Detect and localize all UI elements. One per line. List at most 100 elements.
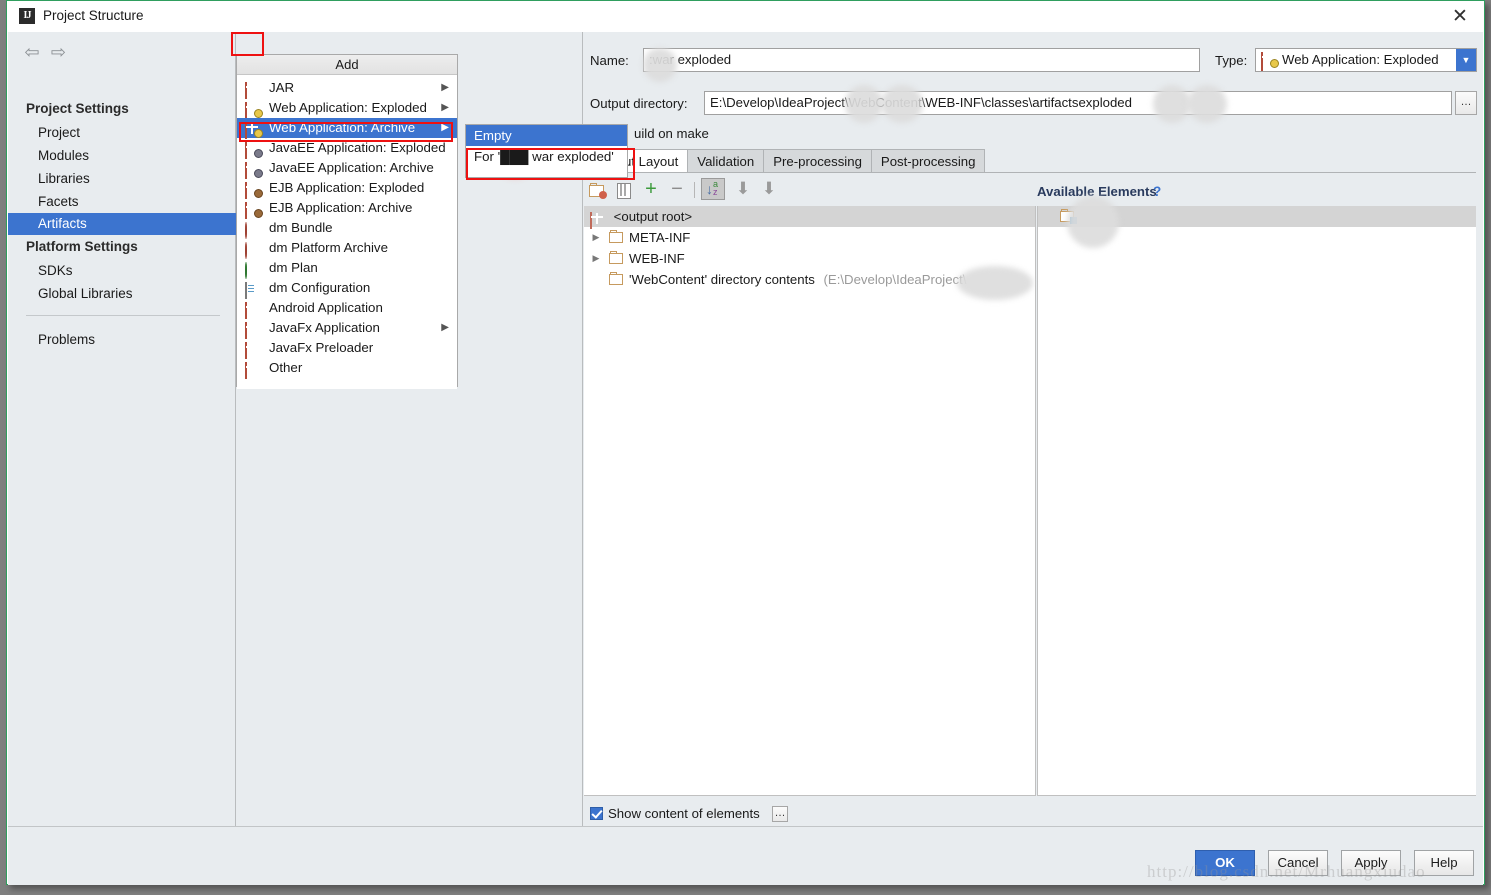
menu-item-label: JavaFx Preloader: [269, 340, 374, 355]
close-icon[interactable]: ✕: [1446, 5, 1474, 29]
artifact-name-input[interactable]: :war exploded: [643, 48, 1200, 72]
expand-arrow-icon[interactable]: ▶: [590, 227, 602, 248]
cancel-button[interactable]: Cancel: [1268, 850, 1328, 876]
help-icon[interactable]: ?: [1153, 184, 1161, 199]
sidebar-item-libraries[interactable]: Libraries: [8, 168, 236, 190]
menu-item-label: Other: [269, 360, 303, 375]
redaction-blur-name: [643, 48, 677, 82]
gift-ee-icon: [245, 161, 263, 179]
output-path-left: E:\Develop\IdeaProject: [710, 95, 845, 110]
menu-item-label: dm Plan: [269, 260, 318, 275]
menu-item-javaee-application-archive[interactable]: JavaEE Application: Archive: [237, 158, 457, 179]
show-content-options-button[interactable]: …: [772, 806, 788, 822]
sidebar-item-sdks[interactable]: SDKs: [8, 260, 236, 282]
sidebar-item-problems[interactable]: Problems: [8, 329, 236, 351]
type-label: Type:: [1215, 53, 1248, 68]
menu-item-ejb-application-exploded[interactable]: EJB Application: Exploded: [237, 178, 457, 199]
menu-item-dm-plan[interactable]: dm Plan: [237, 258, 457, 279]
navigation-arrows: ⇦ ⇨: [21, 42, 69, 62]
artifact-tabs: ut Layout Validation Pre-processing Post…: [614, 149, 986, 173]
menu-item-web-application-archive[interactable]: Web Application: Archive ▶: [237, 118, 457, 139]
create-directory-icon[interactable]: [587, 179, 609, 201]
show-content-checkbox[interactable]: [590, 807, 603, 820]
tab-validation[interactable]: Validation: [687, 149, 765, 173]
menu-item-dm-platform-archive[interactable]: dm Platform Archive: [237, 238, 457, 259]
redaction-blur-out-4: [1187, 85, 1227, 123]
menu-item-web-application-exploded[interactable]: Web Application: Exploded ▶: [237, 98, 457, 119]
menu-item-ejb-application-archive[interactable]: EJB Application: Archive: [237, 198, 457, 219]
available-elements-tree[interactable]: [1037, 206, 1476, 796]
menu-item-dm-configuration[interactable]: dm Configuration: [237, 278, 457, 299]
dm-ball-icon: [245, 221, 260, 239]
gift-icon: [245, 361, 260, 379]
build-on-make-label: uild on make: [634, 126, 709, 141]
output-directory-label: Output directory:: [590, 96, 688, 111]
sort-az-icon[interactable]: ↓ a z: [701, 178, 725, 200]
tree-node-label: META-INF: [629, 230, 691, 245]
menu-item-label: EJB Application: Archive: [269, 200, 413, 215]
menu-item-jar[interactable]: JAR ▶: [237, 78, 457, 99]
sidebar-item-project[interactable]: Project: [8, 122, 236, 144]
sidebar-item-modules[interactable]: Modules: [8, 145, 236, 167]
remove-icon[interactable]: −: [666, 179, 688, 201]
browse-output-directory-button[interactable]: …: [1455, 91, 1477, 115]
submenu-item-label: For '███ war exploded': [474, 149, 614, 164]
name-label: Name:: [590, 53, 629, 68]
dialog-footer: [8, 826, 1483, 885]
chevron-down-icon[interactable]: ▼: [1456, 49, 1476, 71]
submenu-arrow-icon: ▶: [441, 102, 449, 113]
tree-root-label: <output root>: [613, 209, 693, 224]
move-up-icon[interactable]: ⬇: [732, 179, 754, 201]
sidebar-item-artifacts[interactable]: Artifacts: [8, 213, 236, 235]
sidebar-item-global-libraries[interactable]: Global Libraries: [8, 283, 236, 305]
help-button[interactable]: Help: [1414, 850, 1474, 876]
menu-item-other[interactable]: Other: [237, 358, 457, 379]
gift-icon: [245, 81, 260, 99]
table-row[interactable]: ▶ WEB-INF: [584, 248, 1035, 269]
output-path-right: exploded: [1078, 95, 1132, 110]
apply-button[interactable]: Apply: [1341, 850, 1401, 876]
menu-item-javafx-application[interactable]: JavaFx Application ▶: [237, 318, 457, 339]
menu-item-javaee-application-exploded[interactable]: JavaEE Application: Exploded: [237, 138, 457, 159]
redaction-blur-out-3: [1153, 85, 1191, 123]
submenu-item-empty[interactable]: Empty: [466, 125, 627, 146]
artifact-type-combobox[interactable]: Web Application: Exploded ▼: [1255, 48, 1477, 72]
artifact-type-value: Web Application: Exploded: [1282, 52, 1439, 67]
menu-item-label: dm Bundle: [269, 220, 333, 235]
tree-row-output-root[interactable]: <output root>: [584, 206, 1035, 229]
output-directory-input[interactable]: E:\Develop\IdeaProject\WebContent\WEB-IN…: [704, 91, 1452, 115]
tab-pre-processing[interactable]: Pre-processing: [763, 149, 872, 173]
menu-item-dm-bundle[interactable]: dm Bundle: [237, 218, 457, 239]
menu-item-label: JAR: [269, 80, 295, 95]
add-artifact-popup-menu[interactable]: Add JAR ▶ Web Application: Exploded ▶ We…: [236, 54, 458, 389]
create-archive-icon[interactable]: [613, 179, 635, 201]
sidebar-item-facets[interactable]: Facets: [8, 191, 236, 213]
ok-button[interactable]: OK: [1195, 850, 1255, 876]
sidebar-divider: [26, 315, 220, 316]
move-down-icon[interactable]: ⬇: [758, 179, 780, 201]
back-arrow-icon[interactable]: ⇦: [21, 42, 43, 62]
menu-item-android-application[interactable]: Android Application: [237, 298, 457, 319]
show-content-label: Show content of elements: [608, 806, 760, 821]
expand-arrow-icon[interactable]: ▶: [590, 248, 602, 269]
folder-link-icon: [609, 271, 623, 285]
add-copy-icon[interactable]: +: [640, 179, 662, 201]
gift-icon: [245, 321, 260, 339]
redaction-blur-out-2: [881, 85, 923, 123]
gift-ee-icon: [245, 141, 263, 159]
intellij-logo-icon: IJ: [19, 8, 35, 24]
dm-ball-icon: [245, 241, 260, 259]
folder-icon: [609, 250, 623, 264]
redaction-blur-out-1: [845, 85, 883, 123]
submenu-item-for-war-exploded[interactable]: For '███ war exploded': [466, 146, 627, 167]
artifact-template-submenu[interactable]: Empty For '███ war exploded': [465, 124, 628, 178]
add-menu-header: Add: [237, 55, 457, 75]
gift-badge-icon: [1261, 52, 1279, 71]
table-row[interactable]: ▶ META-INF: [584, 227, 1035, 248]
menu-item-label: JavaEE Application: Exploded: [269, 140, 446, 155]
menu-item-label: Web Application: Exploded: [269, 100, 427, 115]
tab-post-processing[interactable]: Post-processing: [870, 149, 986, 173]
menu-item-label: Web Application: Archive: [269, 120, 416, 135]
forward-arrow-icon[interactable]: ⇨: [47, 42, 69, 62]
menu-item-javafx-preloader[interactable]: JavaFx Preloader: [237, 338, 457, 359]
